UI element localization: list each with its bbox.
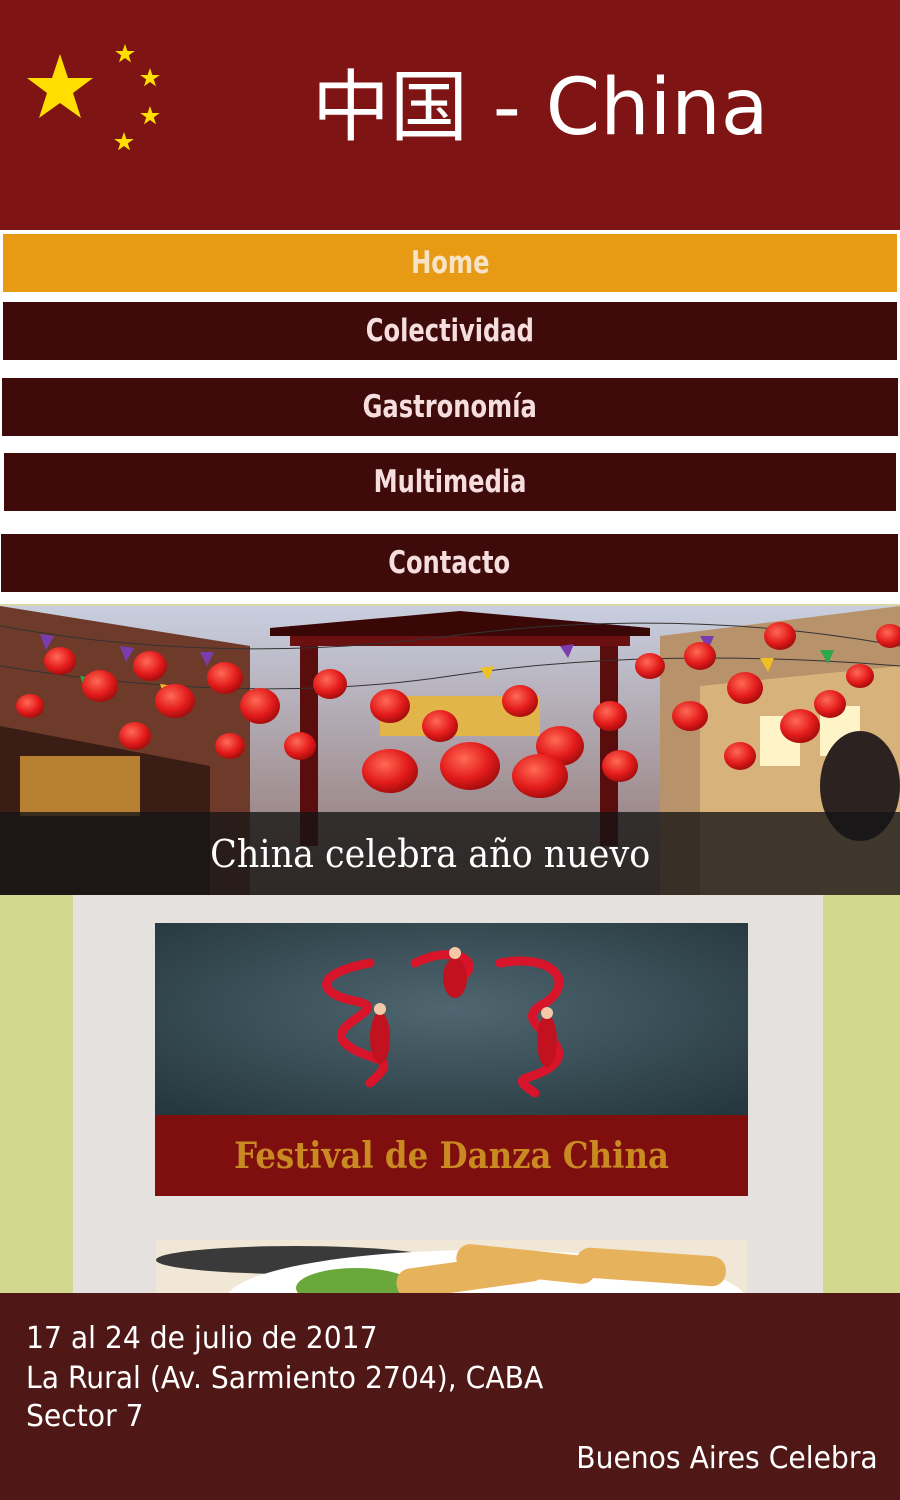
food-card[interactable] — [156, 1240, 747, 1300]
nav-item-gastronomia[interactable]: Gastronomía — [2, 378, 898, 436]
site-header: 中国 - China — [0, 0, 900, 230]
event-venue: La Rural (Av. Sarmiento 2704), CABA — [26, 1361, 544, 1396]
nav-item-label: Colectividad — [365, 313, 535, 349]
hero-caption: China celebra año nuevo — [0, 812, 900, 895]
event-card-title: Festival de Danza China — [155, 1115, 748, 1196]
nav-item-colectividad[interactable]: Colectividad — [3, 302, 897, 360]
china-flag-icon — [27, 44, 160, 151]
nav-item-label: Home — [410, 245, 490, 281]
dance-festival-image — [155, 923, 748, 1115]
nav-item-label: Gastronomía — [362, 389, 538, 425]
event-card-title-text: Festival de Danza China — [234, 1134, 669, 1177]
footer-brand: Buenos Aires Celebra — [576, 1441, 878, 1476]
site-title: 中国 - China — [312, 63, 769, 153]
nav-item-multimedia[interactable]: Multimedia — [4, 453, 896, 511]
site-footer: 17 al 24 de julio de 2017 La Rural (Av. … — [0, 1293, 900, 1500]
nav-item-home[interactable]: Home — [3, 234, 897, 292]
hero-banner[interactable]: China celebra año nuevo — [0, 604, 900, 895]
nav-item-contacto[interactable]: Contacto — [1, 534, 898, 592]
nav-item-label: Contacto — [388, 545, 511, 581]
event-card[interactable]: Festival de Danza China — [155, 923, 748, 1196]
event-date: 17 al 24 de julio de 2017 — [26, 1321, 378, 1356]
event-sector: Sector 7 — [26, 1399, 144, 1434]
nav-item-label: Multimedia — [373, 464, 527, 500]
food-image — [156, 1240, 747, 1300]
hero-caption-text: China celebra año nuevo — [209, 832, 651, 876]
